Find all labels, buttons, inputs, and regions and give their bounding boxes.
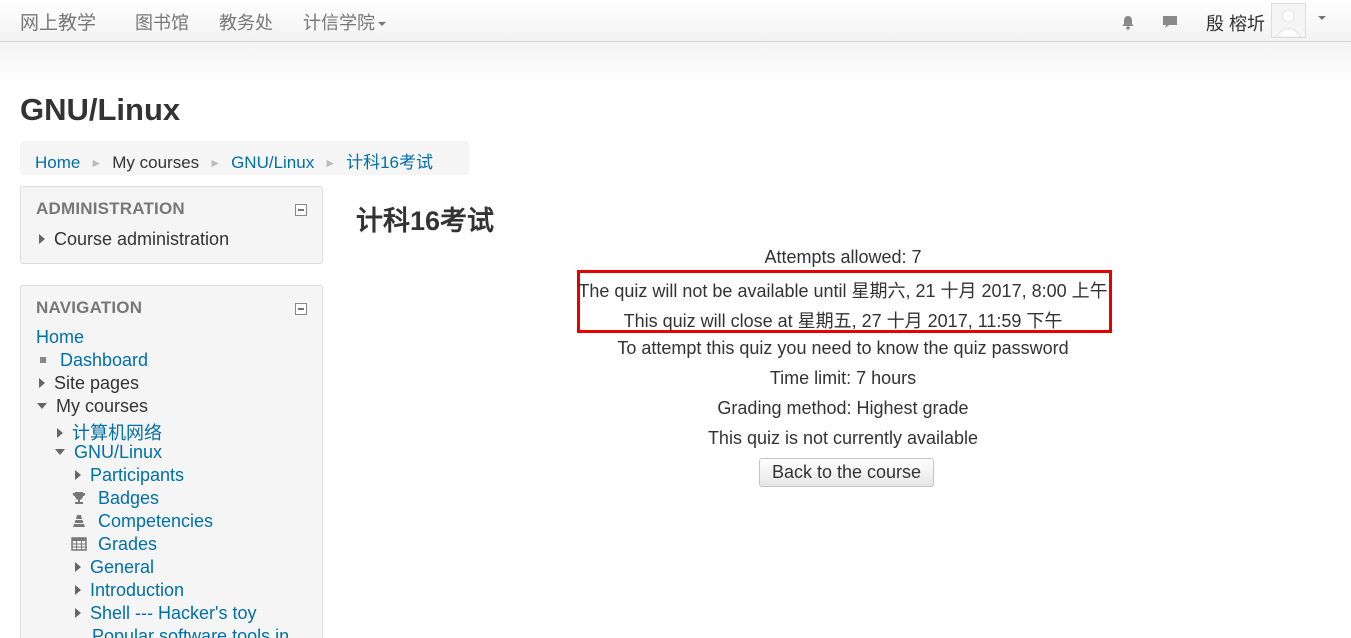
quiz-unavailable-notice: This quiz is not currently available (707, 428, 979, 448)
top-navbar: 网上教学 图书馆 教务处 计信学院 殷 榕圻 (0, 0, 1351, 42)
nav-course-linux[interactable]: GNU/Linux (55, 442, 162, 463)
breadcrumb-home[interactable]: Home (35, 153, 80, 172)
expand-arrow-icon (75, 470, 81, 480)
competencies-icon (71, 513, 87, 529)
trophy-icon (71, 490, 87, 506)
breadcrumb-quiz[interactable]: 计科16考试 (346, 153, 433, 172)
nav-grades[interactable]: Grades (71, 534, 157, 555)
tree-item-label: Course administration (54, 229, 230, 249)
nav-section-popular[interactable]: Popular software tools in (92, 626, 289, 638)
quiz-open-date: The quiz will not be available until 星期六… (578, 281, 1108, 301)
breadcrumb-course[interactable]: GNU/Linux (231, 153, 314, 172)
expand-arrow-icon (57, 428, 63, 438)
expand-arrow-icon (39, 378, 45, 388)
site-brand[interactable]: 网上教学 (20, 8, 96, 35)
breadcrumb-separator-icon: ► (209, 156, 222, 170)
nav-badges[interactable]: Badges (71, 488, 159, 509)
nav-site-pages-label: Site pages (54, 373, 140, 393)
quiz-attempts-allowed: Attempts allowed: 7 (764, 247, 922, 267)
breadcrumb: Home ► My courses ► GNU/Linux ► 计科16考试 (20, 141, 469, 175)
navigation-title: NAVIGATION (36, 298, 143, 317)
nav-course-linux-label[interactable]: GNU/Linux (74, 442, 162, 462)
nav-competencies-label[interactable]: Competencies (98, 511, 213, 531)
nav-dashboard-label[interactable]: Dashboard (60, 350, 148, 370)
dock-block-icon[interactable] (295, 204, 307, 216)
quiz-title: 计科16考试 (356, 206, 495, 236)
quiz-grading-method: Grading method: Highest grade (717, 398, 969, 418)
nav-my-courses[interactable]: My courses (37, 396, 148, 417)
administration-title: ADMINISTRATION (36, 199, 185, 218)
nav-grades-label[interactable]: Grades (98, 534, 157, 554)
nav-site-pages[interactable]: Site pages (39, 373, 139, 394)
nav-section-popular-label[interactable]: Popular software tools in (92, 626, 289, 638)
header-shade (0, 43, 1351, 83)
bell-icon[interactable] (1119, 13, 1137, 31)
quiz-close-date: This quiz will close at 星期五, 27 十月 2017,… (623, 311, 1063, 331)
avatar[interactable] (1271, 3, 1306, 38)
back-to-course-button[interactable]: Back to the course (759, 458, 934, 487)
quiz-password-notice: To attempt this quiz you need to know th… (617, 338, 1069, 358)
nav-participants[interactable]: Participants (75, 465, 184, 486)
nav-link-library[interactable]: 图书馆 (135, 9, 189, 35)
tree-item-course-administration[interactable]: Course administration (39, 229, 229, 250)
nav-section-introduction[interactable]: Introduction (75, 580, 184, 601)
nav-course-network-label[interactable]: 计算机网络 (72, 423, 162, 443)
breadcrumb-separator-icon: ► (90, 156, 103, 170)
expand-arrow-icon (75, 585, 81, 595)
administration-block: ADMINISTRATION Course administration (20, 186, 323, 264)
user-menu-chevron-icon[interactable] (1318, 16, 1326, 20)
bullet-icon (40, 357, 46, 363)
user-name[interactable]: 殷 榕圻 (1206, 10, 1265, 36)
collapse-arrow-icon (55, 449, 65, 455)
expand-arrow-icon (75, 562, 81, 572)
navigation-block: NAVIGATION Home Dashboard Site pages My … (20, 285, 323, 638)
nav-section-shell[interactable]: Shell --- Hacker's toy (75, 603, 256, 624)
nav-dashboard[interactable]: Dashboard (40, 350, 148, 371)
breadcrumb-separator-icon: ► (324, 156, 337, 170)
page-title: GNU/Linux (20, 92, 181, 127)
chevron-down-icon (378, 22, 386, 27)
nav-section-shell-label[interactable]: Shell --- Hacker's toy (90, 603, 256, 623)
nav-my-courses-label: My courses (56, 396, 149, 416)
collapse-arrow-icon (37, 403, 47, 409)
breadcrumb-my-courses: My courses (112, 153, 200, 172)
nav-section-general-label[interactable]: General (90, 557, 154, 577)
nav-competencies[interactable]: Competencies (71, 511, 213, 532)
nav-section-general[interactable]: General (75, 557, 154, 578)
nav-badges-label[interactable]: Badges (98, 488, 159, 508)
nav-home[interactable]: Home (36, 327, 84, 348)
nav-link-academic-affairs[interactable]: 教务处 (219, 9, 273, 35)
quiz-time-limit: Time limit: 7 hours (769, 368, 917, 388)
chat-icon[interactable] (1161, 13, 1179, 31)
grades-table-icon (71, 536, 87, 552)
expand-arrow-icon (39, 234, 45, 244)
nav-participants-label[interactable]: Participants (90, 465, 184, 485)
nav-link-college-menu[interactable]: 计信学院 (303, 9, 386, 35)
dock-block-icon[interactable] (295, 303, 307, 315)
expand-arrow-icon (75, 608, 81, 618)
nav-section-introduction-label[interactable]: Introduction (90, 580, 184, 600)
nav-link-college-label: 计信学院 (303, 13, 375, 33)
